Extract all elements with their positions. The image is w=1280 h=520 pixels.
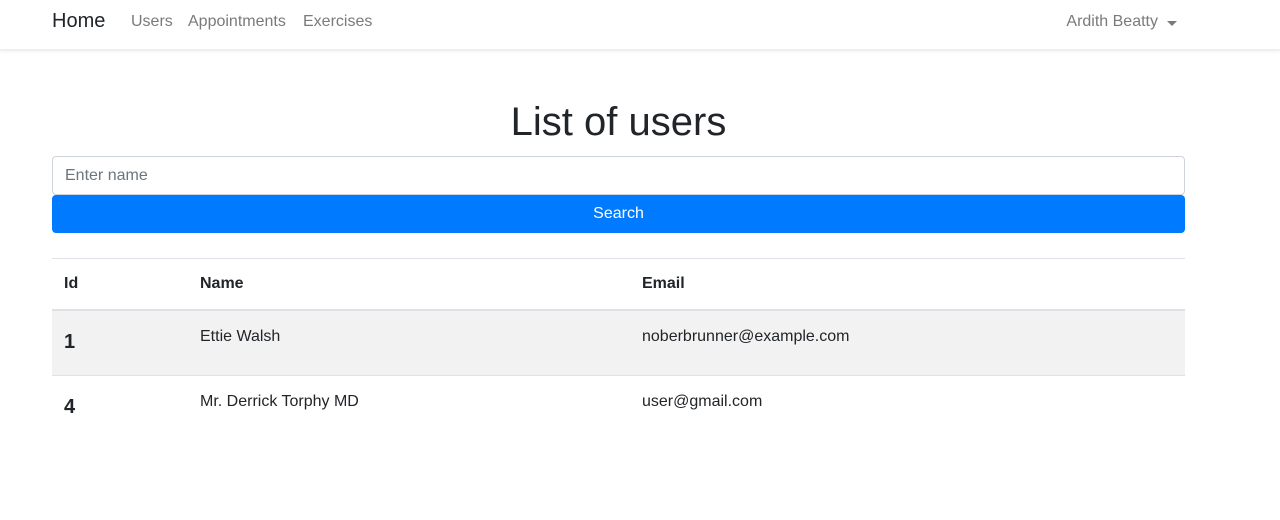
search-name-input[interactable]	[52, 156, 1185, 195]
top-navbar: Home Users Appointments Exercises Ardith…	[0, 0, 1280, 50]
brand-home-link[interactable]: Home	[52, 10, 105, 33]
cell-email: noberbrunner@example.com	[630, 309, 1185, 376]
table-header-row: Id Name Email	[52, 258, 1185, 311]
cell-email: user@gmail.com	[630, 375, 1185, 442]
header-name: Name	[188, 258, 630, 311]
table-row: 4 Mr. Derrick Torphy MD user@gmail.com	[52, 375, 1185, 442]
header-email: Email	[630, 258, 1185, 311]
search-button[interactable]: Search	[52, 195, 1185, 233]
nav-link-users[interactable]: Users	[131, 13, 173, 31]
user-dropdown-toggle[interactable]: Ardith Beatty	[1066, 13, 1177, 31]
nav-link-exercises[interactable]: Exercises	[303, 13, 372, 31]
users-table: Id Name Email 1 Ettie Walsh noberbrunner…	[52, 258, 1185, 442]
cell-name: Mr. Derrick Torphy MD	[188, 375, 630, 442]
header-id: Id	[52, 258, 188, 311]
nav-link-appointments[interactable]: Appointments	[188, 13, 286, 31]
caret-down-icon	[1167, 20, 1177, 26]
table-row: 1 Ettie Walsh noberbrunner@example.com	[52, 309, 1185, 376]
cell-id: 4	[52, 375, 188, 442]
page-title: List of users	[510, 100, 727, 144]
user-name: Ardith Beatty	[1066, 13, 1158, 30]
cell-name: Ettie Walsh	[188, 309, 630, 376]
cell-id: 1	[52, 309, 188, 376]
